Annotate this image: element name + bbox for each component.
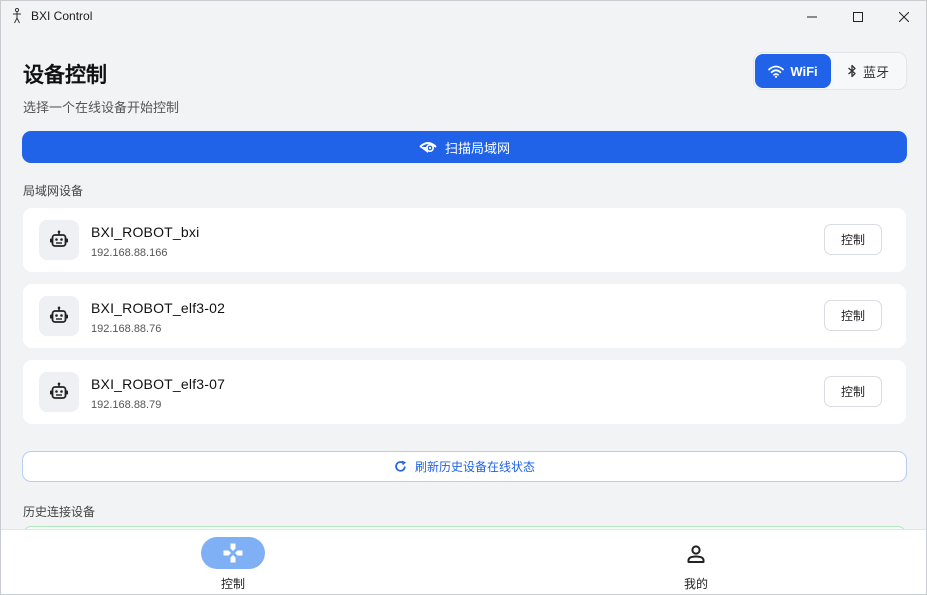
bluetooth-mode-label: 蓝牙 <box>862 64 889 80</box>
connection-mode-toggle: WiFi 蓝牙 <box>753 52 907 90</box>
device-name: BXI_ROBOT_bxi <box>91 224 200 240</box>
radar-scan-icon <box>419 142 437 153</box>
device-name: BXI_ROBOT_elf3-07 <box>91 376 226 392</box>
robot-icon <box>39 296 79 336</box>
device-card: BXI_ROBOT_elf3-02 192.168.88.76 控制 <box>23 284 906 348</box>
robot-figure-icon <box>13 8 21 24</box>
robot-icon <box>39 372 79 412</box>
title-bar: BXI Control <box>1 1 926 32</box>
minimize-icon <box>807 16 817 17</box>
device-ip: 192.168.88.79 <box>91 399 162 411</box>
page-title: 设备控制 <box>23 64 107 87</box>
history-section-label: 历史连接设备 <box>23 505 96 519</box>
bottom-navigation: 控制 我的 <box>1 529 926 594</box>
nav-active-indicator <box>201 537 265 569</box>
refresh-icon <box>395 460 406 472</box>
scan-lan-label: 扫描局域网 <box>444 140 510 156</box>
device-ip: 192.168.88.76 <box>91 323 162 335</box>
device-name: BXI_ROBOT_elf3-02 <box>91 300 226 316</box>
window-title: BXI Control <box>31 9 93 23</box>
minimize-button[interactable] <box>789 1 835 32</box>
control-button[interactable]: 控制 <box>824 224 882 255</box>
control-button[interactable]: 控制 <box>824 376 882 407</box>
control-button[interactable]: 控制 <box>824 300 882 331</box>
maximize-button[interactable] <box>835 1 881 32</box>
app-window: BXI Control 设备控制 选择一个在线设备开始控制 WiFi 蓝牙 扫描… <box>0 0 927 595</box>
nav-item-mine[interactable]: 我的 <box>626 530 766 594</box>
close-icon <box>899 11 909 22</box>
device-ip: 192.168.88.166 <box>91 247 168 259</box>
wifi-icon <box>768 65 785 78</box>
refresh-history-label: 刷新历史设备在线状态 <box>414 460 535 474</box>
lan-section-label: 局域网设备 <box>23 184 84 198</box>
close-button[interactable] <box>881 1 926 32</box>
refresh-history-button[interactable]: 刷新历史设备在线状态 <box>22 451 907 482</box>
maximize-icon <box>853 11 863 22</box>
wifi-mode-button[interactable]: WiFi <box>755 54 831 88</box>
wifi-mode-label: WiFi <box>790 63 818 79</box>
device-card: BXI_ROBOT_bxi 192.168.88.166 控制 <box>23 208 906 272</box>
nav-item-control[interactable]: 控制 <box>163 530 303 594</box>
nav-label-control: 控制 <box>220 577 245 591</box>
nav-label-mine: 我的 <box>683 577 708 591</box>
person-icon <box>684 542 708 566</box>
gamepad-icon <box>223 543 243 563</box>
robot-icon <box>39 220 79 260</box>
bluetooth-icon <box>848 64 856 78</box>
page-subtitle: 选择一个在线设备开始控制 <box>23 100 180 115</box>
scan-lan-button[interactable]: 扫描局域网 <box>22 131 907 163</box>
bluetooth-mode-button[interactable]: 蓝牙 <box>831 54 905 88</box>
device-card: BXI_ROBOT_elf3-07 192.168.88.79 控制 <box>23 360 906 424</box>
